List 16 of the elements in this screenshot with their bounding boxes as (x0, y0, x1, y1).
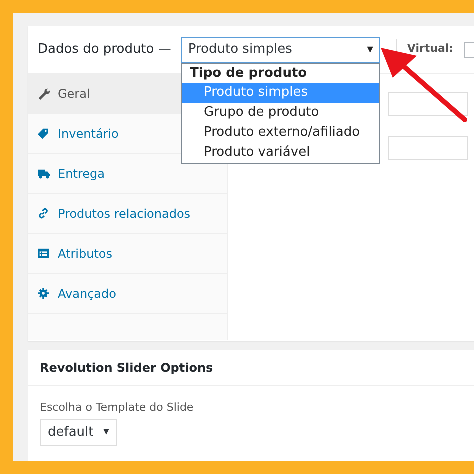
sidebar-tab[interactable]: Avançado (28, 274, 227, 314)
sidebar-tab[interactable]: Atributos (28, 234, 227, 274)
input-field[interactable] (388, 136, 468, 160)
sidebar-tab[interactable]: Produtos relacionados (28, 194, 227, 234)
link-icon (38, 208, 50, 220)
wrench-icon (38, 88, 50, 100)
panel-title: Dados do produto — (38, 40, 172, 59)
panel-title: Revolution Slider Options (28, 350, 474, 386)
tag-icon (38, 128, 50, 140)
truck-icon (38, 168, 50, 180)
input-field[interactable] (388, 92, 468, 116)
field-label: Escolha o Template do Slide (40, 400, 195, 416)
table-icon (38, 248, 50, 260)
product-type-select[interactable]: Produto simples ▼ (181, 36, 380, 62)
virtual-label: Virtual: (407, 41, 454, 58)
settings-icon (38, 288, 50, 300)
